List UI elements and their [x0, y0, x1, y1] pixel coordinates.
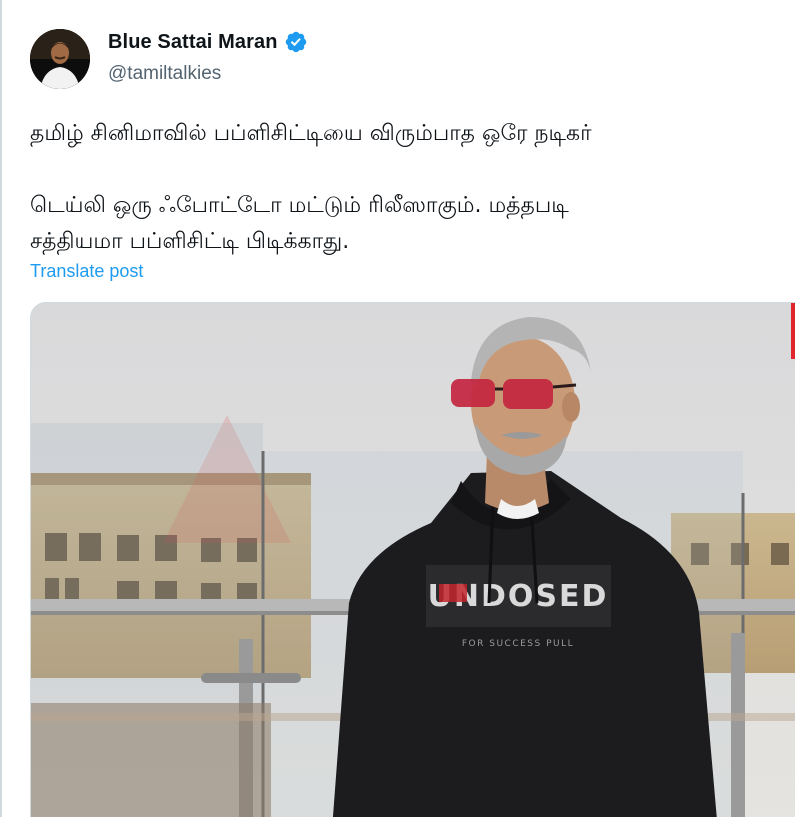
translate-post-link[interactable]: Translate post — [30, 261, 143, 282]
tweet-media-photo[interactable]: UNDOSED FOR SUCCESS PULL — [30, 302, 795, 817]
tweet-line: தமிழ் சினிமாவில் பப்ளிசிட்டியை விரும்பாத… — [30, 121, 592, 146]
hoodie-subprint-text: FOR SUCCESS PULL — [462, 639, 574, 649]
avatar[interactable] — [30, 29, 90, 89]
tweet-card: Blue Sattai Maran @tamiltalkies தமிழ் சி… — [0, 0, 795, 817]
author-display-name[interactable]: Blue Sattai Maran — [108, 31, 278, 54]
tweet-line: டெய்லி ஒரு ஃபோட்டோ மட்டும் ரிலீஸாகும். ம… — [30, 193, 569, 218]
verified-badge-icon — [285, 31, 306, 53]
photo-illustration: UNDOSED FOR SUCCESS PULL — [31, 303, 795, 817]
tweet-text: தமிழ் சினிமாவில் பப்ளிசிட்டியை விரும்பாத… — [30, 116, 790, 260]
author-handle[interactable]: @tamiltalkies — [108, 63, 221, 85]
author-name-row: Blue Sattai Maran — [108, 30, 308, 54]
tweet-line: சத்தியமா பப்ளிசிட்டி பிடிக்காது. — [30, 229, 350, 254]
thread-divider — [0, 0, 2, 817]
avatar-photo — [30, 29, 90, 89]
